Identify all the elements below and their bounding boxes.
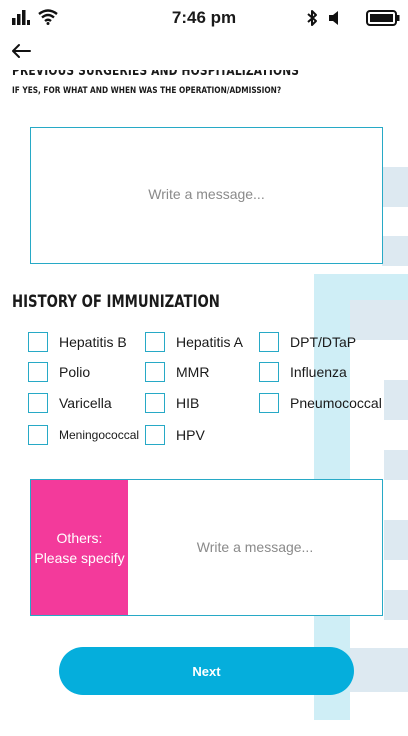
checkbox-label: Pneumococcal xyxy=(290,395,382,411)
checkbox-hepatitis-b[interactable]: Hepatitis B xyxy=(28,332,127,352)
arrow-left-icon xyxy=(11,43,31,64)
checkbox-label: Hepatitis B xyxy=(59,334,127,350)
checkbox-label: Polio xyxy=(59,364,91,380)
checkbox-label: Hepatitis A xyxy=(176,334,243,350)
checkbox-pneumococcal[interactable]: Pneumococcal xyxy=(259,393,382,413)
battery-icon xyxy=(366,10,400,31)
checkbox-box[interactable] xyxy=(259,332,279,352)
checkbox-label: Varicella xyxy=(59,395,112,411)
back-button[interactable] xyxy=(10,42,32,64)
others-label-line1: Others: xyxy=(56,529,103,546)
checkbox-label: HPV xyxy=(176,427,205,443)
checkbox-box[interactable] xyxy=(145,425,165,445)
section-title-surgeries: PREVIOUS SURGERIES AND HOSPITALIZATIONS xyxy=(12,64,300,78)
checkbox-label: Influenza xyxy=(290,364,347,380)
next-button[interactable]: Next xyxy=(59,647,354,695)
others-label: Others: Please specify xyxy=(31,480,128,615)
checkbox-box[interactable] xyxy=(145,362,165,382)
surgeries-message-input[interactable] xyxy=(31,128,382,263)
checkbox-hib[interactable]: HIB xyxy=(145,393,199,413)
checkbox-box[interactable] xyxy=(259,393,279,413)
checkbox-box[interactable] xyxy=(28,332,48,352)
section-subtitle: IF YES, FOR WHAT AND WHEN WAS THE OPERAT… xyxy=(12,86,282,96)
checkbox-hepatitis-a[interactable]: Hepatitis A xyxy=(145,332,243,352)
immunization-heading: HISTORY OF IMMUNIZATION xyxy=(12,292,220,312)
checkbox-label: HIB xyxy=(176,395,200,411)
checkbox-box[interactable] xyxy=(28,393,48,413)
checkbox-label: MMR xyxy=(176,364,210,380)
checkbox-label: DPT/DTaP xyxy=(290,334,357,350)
checkbox-hpv[interactable]: HPV xyxy=(145,425,205,445)
checkbox-polio[interactable]: Polio xyxy=(28,362,90,382)
checkbox-meningococcal[interactable]: Meningococcal xyxy=(28,425,139,445)
bluetooth-icon xyxy=(306,9,318,32)
checkbox-dpt-dtap[interactable]: DPT/DTaP xyxy=(259,332,356,352)
checkbox-box[interactable] xyxy=(145,393,165,413)
checkbox-varicella[interactable]: Varicella xyxy=(28,393,112,413)
checkbox-box[interactable] xyxy=(145,332,165,352)
others-box: Others: Please specify xyxy=(30,479,383,616)
mute-icon xyxy=(328,10,342,31)
checkbox-box[interactable] xyxy=(28,362,48,382)
checkbox-mmr[interactable]: MMR xyxy=(145,362,209,382)
status-bar: 7:46 pm xyxy=(0,0,408,36)
checkbox-influenza[interactable]: Influenza xyxy=(259,362,347,382)
others-label-line2: Please specify xyxy=(34,549,125,566)
others-input[interactable] xyxy=(128,480,382,615)
checkbox-box[interactable] xyxy=(259,362,279,382)
checkbox-label: Meningococcal xyxy=(59,428,140,442)
surgeries-message-box xyxy=(30,127,383,264)
checkbox-box[interactable] xyxy=(28,425,48,445)
